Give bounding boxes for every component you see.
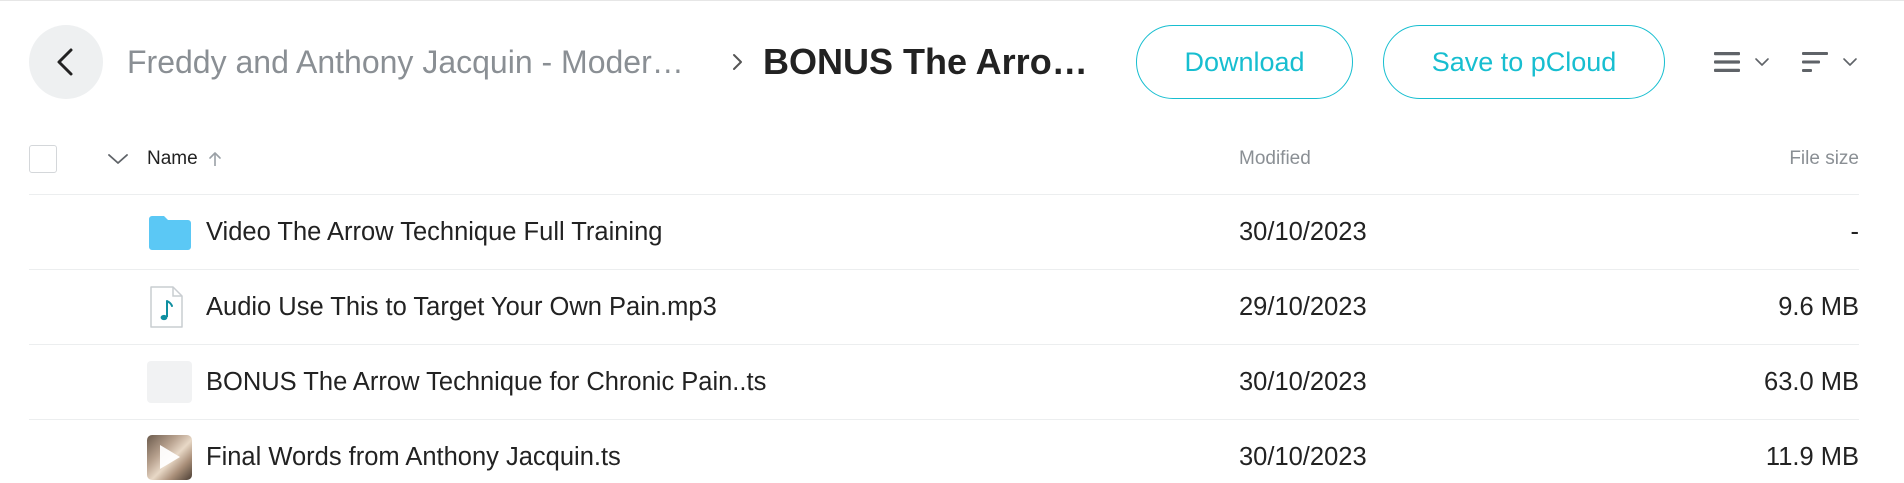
table-row[interactable]: Final Words from Anthony Jacquin.ts 30/1… [29,420,1859,483]
file-table: Name Modified File size Video The Arrow … [29,123,1859,483]
file-name[interactable]: Audio Use This to Target Your Own Pain.m… [206,293,717,322]
view-mode-dropdown[interactable] [1712,48,1770,76]
file-size: 9.6 MB [1778,292,1859,321]
sort-dropdown[interactable] [1800,48,1858,76]
back-button[interactable] [29,25,103,99]
file-name[interactable]: Final Words from Anthony Jacquin.ts [206,443,621,472]
file-size: 63.0 MB [1764,367,1859,396]
breadcrumb-current-folder: BONUS The Arrow … [763,41,1108,82]
column-header-name[interactable]: Name [147,148,1239,170]
select-options-chevron-icon[interactable] [106,152,130,166]
table-header-row: Name Modified File size [29,123,1859,195]
sort-lines-icon [1802,52,1828,72]
modified-date: 30/10/2023 [1239,442,1367,471]
column-name-label: Name [147,147,198,169]
file-name[interactable]: BONUS The Arrow Technique for Chronic Pa… [206,368,766,397]
folder-icon [149,216,191,250]
breadcrumb-separator-icon [733,54,742,70]
sort-ascending-arrow-icon [208,151,221,166]
file-size: - [1850,217,1860,246]
download-button[interactable]: Download [1136,25,1353,99]
column-header-file-size[interactable]: File size [1699,148,1859,170]
chevron-down-icon [1755,58,1769,66]
play-icon [160,444,180,469]
file-name[interactable]: Video The Arrow Technique Full Training [206,218,662,247]
file-browser: Freddy and Anthony Jacquin - Moder… BONU… [0,0,1904,483]
video-thumbnail-icon [147,434,192,480]
modified-date: 30/10/2023 [1239,217,1367,246]
breadcrumb-parent-folder[interactable]: Freddy and Anthony Jacquin - Moder… [127,44,707,81]
file-size: 11.9 MB [1765,442,1859,471]
select-all-checkbox[interactable] [29,144,57,173]
modified-date: 30/10/2023 [1239,367,1367,396]
list-view-icon [1714,52,1740,72]
table-row[interactable]: BONUS The Arrow Technique for Chronic Pa… [29,345,1859,420]
blank-file-icon [147,361,192,403]
chevron-down-icon [1843,58,1857,66]
save-to-pcloud-button[interactable]: Save to pCloud [1383,25,1665,99]
chevron-left-icon [57,48,73,76]
modified-date: 29/10/2023 [1239,292,1367,321]
table-row[interactable]: Video The Arrow Technique Full Training … [29,195,1859,270]
table-row[interactable]: Audio Use This to Target Your Own Pain.m… [29,270,1859,345]
column-header-modified[interactable]: Modified [1239,148,1699,170]
audio-file-icon [150,286,183,328]
header-bar: Freddy and Anthony Jacquin - Moder… BONU… [29,25,1875,99]
